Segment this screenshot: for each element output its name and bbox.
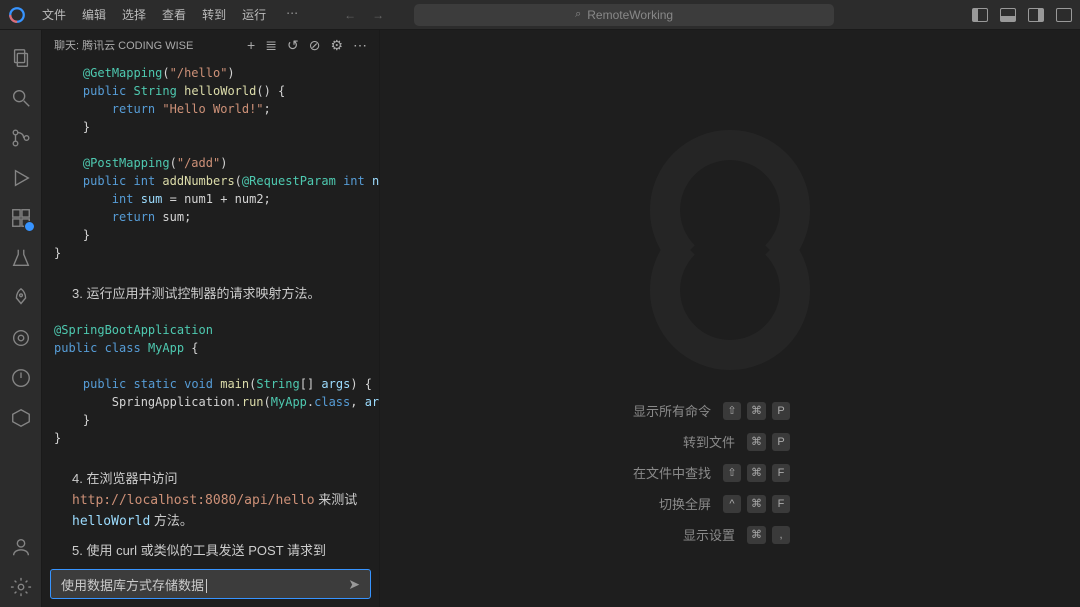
send-icon[interactable]: ➤ bbox=[348, 576, 360, 593]
nav-forward-icon[interactable]: → bbox=[372, 8, 384, 22]
chat-input[interactable]: 使用数据库方式存储数据 ➤ bbox=[50, 569, 371, 599]
shortcut-row: 显示设置 ⌘, bbox=[380, 519, 1080, 550]
chat-steps-4-5: 在浏览器中访问http://localhost:8080/api/hello 来… bbox=[46, 455, 375, 561]
chat-input-row: 使用数据库方式存储数据 ➤ bbox=[42, 561, 379, 607]
toggle-secondary-sidebar-icon[interactable] bbox=[1028, 8, 1044, 22]
chat-input-text: 使用数据库方式存储数据 bbox=[61, 575, 348, 594]
watermark-logo-icon bbox=[610, 130, 850, 370]
chat-panel-title: 聊天: 腾讯云 CODING WISE bbox=[54, 37, 247, 53]
shortcut-label: 切换全屏 bbox=[659, 494, 711, 513]
app-logo-icon bbox=[8, 6, 26, 24]
source-control-icon[interactable] bbox=[0, 118, 42, 158]
toggle-primary-sidebar-icon[interactable] bbox=[972, 8, 988, 22]
shortcut-label: 在文件中查找 bbox=[633, 463, 711, 482]
welcome-shortcuts: 显示所有命令 ⇧⌘P 转到文件 ⌘P 在文件中查找 ⇧⌘F 切换全屏 ^⌘F 显… bbox=[380, 395, 1080, 550]
title-bar: 文件 编辑 选择 查看 转到 运行 ⋯ ← → ⌕ RemoteWorking bbox=[0, 0, 1080, 30]
more-icon[interactable]: ⋯ bbox=[353, 37, 367, 54]
nav-arrows: ← → bbox=[344, 8, 384, 22]
menu-select[interactable]: 选择 bbox=[116, 4, 152, 25]
menu-edit[interactable]: 编辑 bbox=[76, 4, 112, 25]
shortcut-row: 显示所有命令 ⇧⌘P bbox=[380, 395, 1080, 426]
extensions-icon[interactable] bbox=[0, 198, 42, 238]
new-chat-icon[interactable]: + bbox=[247, 37, 255, 54]
shortcut-row: 在文件中查找 ⇧⌘F bbox=[380, 457, 1080, 488]
command-center[interactable]: ⌕ RemoteWorking bbox=[414, 4, 834, 26]
main-menu: 文件 编辑 选择 查看 转到 运行 ⋯ bbox=[36, 4, 304, 25]
layout-controls bbox=[972, 8, 1072, 22]
settings-gear-icon[interactable] bbox=[0, 567, 42, 607]
toggle-panel-icon[interactable] bbox=[1000, 8, 1016, 22]
shortcut-row: 切换全屏 ^⌘F bbox=[380, 488, 1080, 519]
chat-step-3: 运行应用并测试控制器的请求映射方法。 bbox=[46, 270, 375, 317]
command-center-text: RemoteWorking bbox=[587, 8, 673, 22]
menu-goto[interactable]: 转到 bbox=[196, 4, 232, 25]
accounts-icon[interactable] bbox=[0, 527, 42, 567]
list-icon[interactable]: ≣ bbox=[265, 37, 277, 54]
remote-icon[interactable] bbox=[0, 318, 42, 358]
shortcut-row: 转到文件 ⌘P bbox=[380, 426, 1080, 457]
history-icon[interactable]: ↺ bbox=[287, 37, 299, 54]
customize-layout-icon[interactable] bbox=[1056, 8, 1072, 22]
coding-wise-icon[interactable] bbox=[0, 398, 42, 438]
explorer-icon[interactable] bbox=[0, 38, 42, 78]
rocket-icon[interactable] bbox=[0, 278, 42, 318]
chat-panel: 聊天: 腾讯云 CODING WISE + ≣ ↺ ⊘ ⚙ ⋯ @GetMapp… bbox=[42, 30, 380, 607]
shortcut-label: 显示所有命令 bbox=[633, 401, 711, 420]
search-icon[interactable] bbox=[0, 78, 42, 118]
code-block-app: @SpringBootApplication public class MyAp… bbox=[46, 317, 375, 455]
activity-bar bbox=[0, 30, 42, 607]
testing-icon[interactable] bbox=[0, 238, 42, 278]
editor-area: 显示所有命令 ⇧⌘P 转到文件 ⌘P 在文件中查找 ⇧⌘F 切换全屏 ^⌘F 显… bbox=[380, 30, 1080, 607]
search-icon: ⌕ bbox=[575, 8, 581, 21]
chat-panel-header: 聊天: 腾讯云 CODING WISE + ≣ ↺ ⊘ ⚙ ⋯ bbox=[42, 30, 379, 60]
menu-run[interactable]: 运行 bbox=[236, 4, 272, 25]
code-block-controller: @GetMapping("/hello") public String hell… bbox=[46, 60, 375, 270]
power-icon[interactable] bbox=[0, 358, 42, 398]
chat-settings-icon[interactable]: ⚙ bbox=[330, 37, 343, 54]
chat-body: @GetMapping("/hello") public String hell… bbox=[42, 60, 379, 561]
shortcut-label: 显示设置 bbox=[683, 525, 735, 544]
shortcut-label: 转到文件 bbox=[683, 432, 735, 451]
menu-file[interactable]: 文件 bbox=[36, 4, 72, 25]
nav-back-icon[interactable]: ← bbox=[344, 8, 356, 22]
menu-view[interactable]: 查看 bbox=[156, 4, 192, 25]
run-debug-icon[interactable] bbox=[0, 158, 42, 198]
menu-more-icon[interactable]: ⋯ bbox=[280, 4, 304, 25]
block-icon[interactable]: ⊘ bbox=[309, 37, 321, 54]
